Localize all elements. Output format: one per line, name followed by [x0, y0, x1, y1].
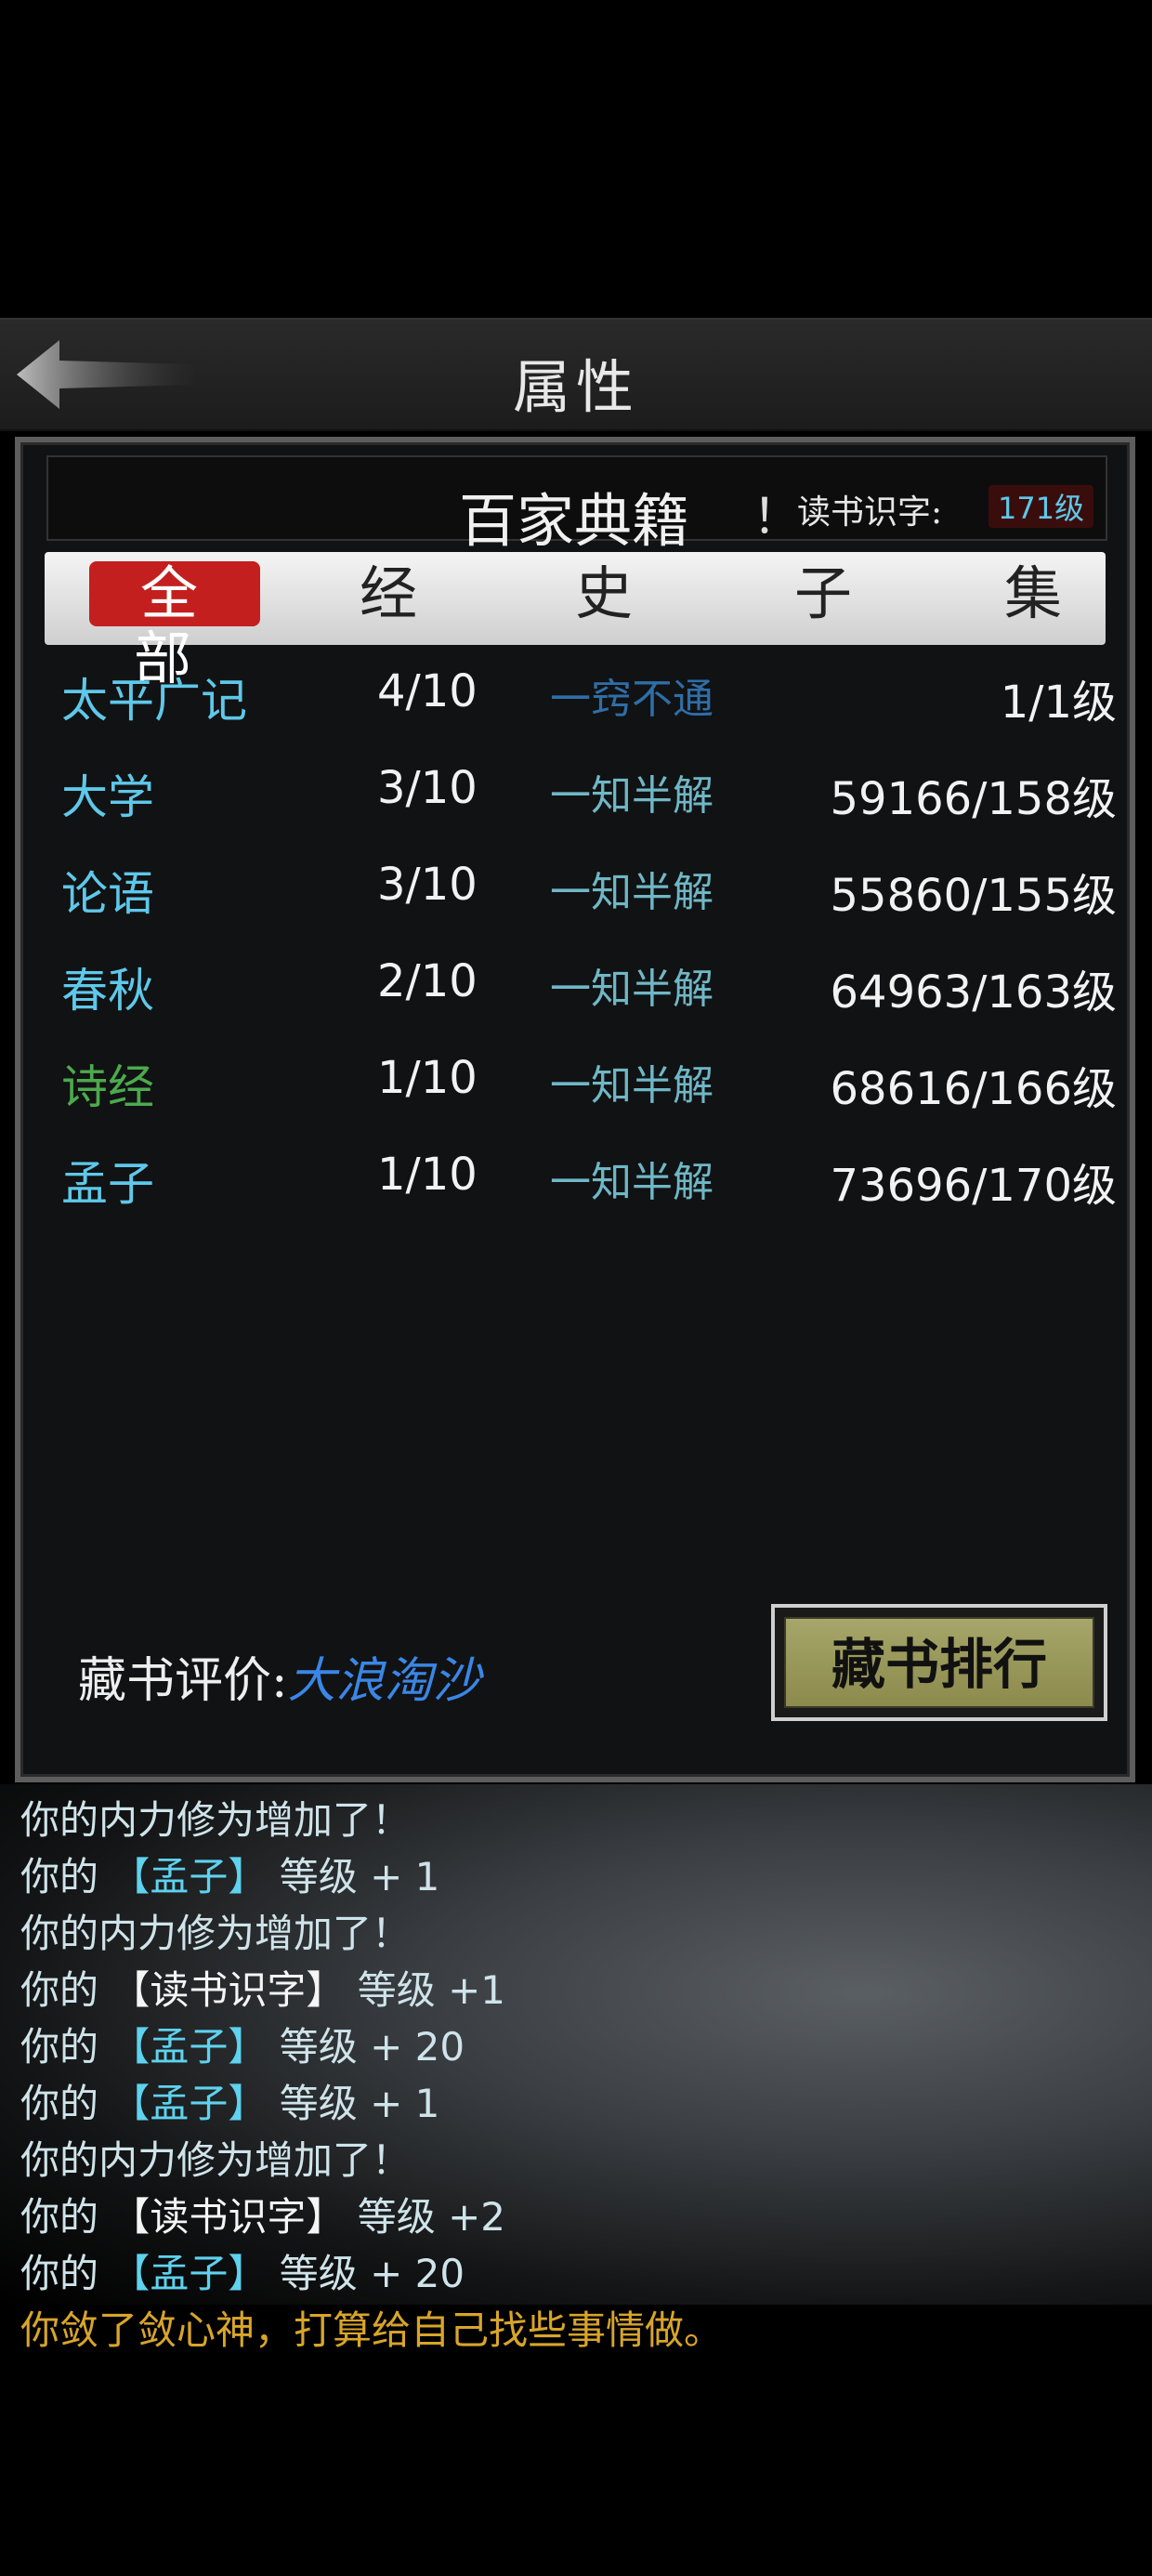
collection-ranking-label: 藏书排行 [784, 1617, 1094, 1708]
collection-evaluation-value: 大浪淘沙 [287, 1653, 481, 1709]
category-tabs: 全部 经 史 子 集 [45, 552, 1106, 691]
log-text: 你的 [20, 2251, 111, 2296]
collection-ranking-button[interactable]: 藏书排行 [771, 1604, 1107, 1721]
collection-evaluation-label: 藏书评价: [78, 1653, 288, 1709]
reading-skill-level: 171级 [988, 485, 1094, 528]
panel-header: 百家典籍 ！ 读书识字: 171级 [46, 455, 1107, 555]
log-line: 你的 【读书识字】 等级 +1 [20, 1962, 1135, 2018]
log-text: 等级 +1 [345, 1967, 505, 2013]
tab-history[interactable]: 史 [567, 561, 641, 626]
book-mastery: 一知半解 [550, 869, 713, 916]
top-bar: 属性 [0, 318, 1152, 431]
panel-title: 百家典籍 [459, 487, 690, 555]
book-mastery: 一知半解 [550, 1159, 713, 1206]
book-name: 诗经 [61, 1060, 154, 1114]
book-level: 59166/158级 [830, 773, 1118, 825]
books-panel: 百家典籍 ！ 读书识字: 171级 全部 经 史 子 集 太平广记 4/10 一窍不… [15, 437, 1135, 1782]
log-line: 你敛了敛心神，打算给自己找些事情做。 [20, 2307, 724, 2353]
log-skill-name: 【孟子】 [111, 2024, 268, 2070]
log-text: 等级 + 20 [267, 2024, 465, 2070]
tab-philosophers[interactable]: 子 [786, 561, 860, 626]
tab-classics[interactable]: 经 [351, 561, 425, 626]
book-mastery: 一知半解 [550, 966, 713, 1013]
log-skill-name: 【孟子】 [111, 1854, 268, 1899]
log-skill-name: 【孟子】 [111, 2081, 268, 2126]
book-level: 68616/166级 [830, 1063, 1118, 1115]
log-line: 你的内力修为增加了！ [20, 1797, 412, 1843]
log-line: 你的 【孟子】 等级 + 20 [20, 2245, 1135, 2302]
log-text: 你的 [20, 2024, 111, 2070]
book-row[interactable]: 孟子 1/10 一知半解 73696/170级 [48, 1136, 1117, 1219]
book-progress: 3/10 [377, 762, 478, 814]
log-line: 你的内力修为增加了！ [20, 1911, 412, 1956]
log-text: 等级 + 1 [267, 1854, 440, 1899]
page-title: 属性 [512, 353, 639, 421]
book-row[interactable]: 太平广记 4/10 一窍不通 1/1级 [48, 652, 1117, 736]
panel-title-mark: ！ [753, 490, 802, 545]
log-text: 你的 [20, 2194, 111, 2240]
log-text: 你的 [20, 2081, 111, 2126]
book-name: 太平广记 [61, 674, 247, 728]
book-row[interactable]: 大学 3/10 一知半解 59166/158级 [48, 749, 1117, 833]
book-name: 大学 [61, 770, 154, 824]
book-level: 73696/170级 [830, 1160, 1118, 1212]
book-progress: 4/10 [377, 665, 478, 717]
reading-skill-label: 读书识字: [797, 493, 943, 532]
book-mastery: 一窍不通 [550, 676, 713, 723]
book-level: 55860/155级 [830, 870, 1118, 922]
collection-evaluation: 藏书评价:大浪淘沙 [78, 1641, 481, 1711]
book-progress: 1/10 [377, 1149, 478, 1201]
book-name: 孟子 [61, 1157, 154, 1211]
book-progress: 2/10 [377, 955, 478, 1007]
book-mastery: 一知半解 [550, 772, 713, 820]
book-name: 论语 [61, 867, 154, 921]
log-text: 等级 + 1 [267, 2081, 440, 2126]
log-skill-name: 【读书识字】 [111, 1967, 346, 2013]
log-text: 等级 +2 [345, 2194, 505, 2240]
book-name: 春秋 [61, 964, 154, 1018]
log-text: 你的 [20, 1854, 111, 1899]
tab-all[interactable]: 全部 [89, 561, 260, 691]
tab-collections[interactable]: 集 [996, 561, 1070, 626]
book-progress: 3/10 [377, 859, 478, 911]
book-row[interactable]: 春秋 2/10 一知半解 64963/163级 [48, 942, 1117, 1026]
log-text: 你的 [20, 1967, 111, 2013]
book-progress: 1/10 [377, 1052, 478, 1104]
log-line: 你的 【孟子】 等级 + 1 [20, 1848, 1135, 1905]
log-line: 你的内力修为增加了！ [20, 2137, 412, 2183]
message-log: 你的内力修为增加了！ 你的 【孟子】 等级 + 1 你的内力修为增加了！ 你的 【读书… [20, 1792, 1135, 2359]
log-line: 你的 【孟子】 等级 + 20 [20, 2018, 1135, 2075]
book-level: 64963/163级 [830, 966, 1118, 1019]
book-row[interactable]: 论语 3/10 一知半解 55860/155级 [48, 846, 1117, 929]
book-row[interactable]: 诗经 1/10 一知半解 68616/166级 [48, 1039, 1117, 1123]
book-mastery: 一知半解 [550, 1062, 713, 1110]
book-level: 1/1级 [1000, 677, 1117, 729]
log-line: 你的 【读书识字】 等级 +2 [20, 2188, 1135, 2245]
log-line: 你的 【孟子】 等级 + 1 [20, 2075, 1135, 2132]
log-text: 等级 + 20 [267, 2251, 465, 2296]
log-skill-name: 【读书识字】 [111, 2194, 346, 2240]
log-skill-name: 【孟子】 [111, 2251, 268, 2296]
